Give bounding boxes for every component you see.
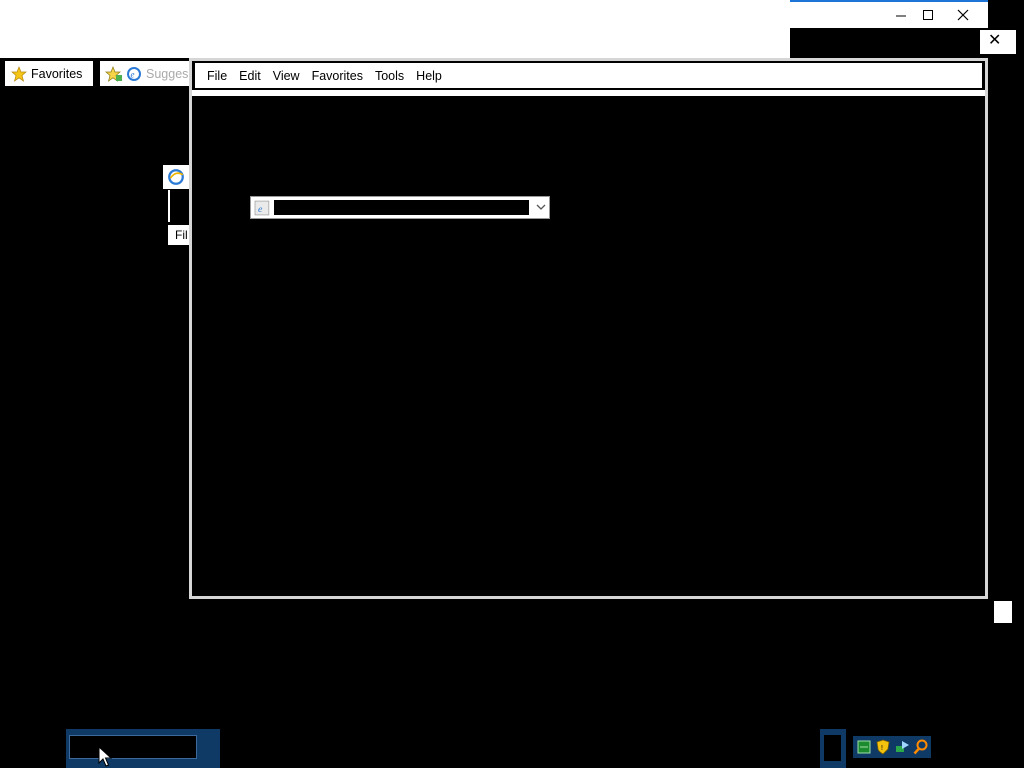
network-icon[interactable] xyxy=(894,739,910,755)
close-icon: ✕ xyxy=(988,32,1002,49)
taskbar-button-inner xyxy=(824,735,841,761)
system-tray: ! xyxy=(853,736,931,758)
ie-page-icon: e xyxy=(254,200,270,215)
svg-text:e: e xyxy=(131,69,135,79)
address-input[interactable] xyxy=(273,200,530,215)
add-favorite-icon xyxy=(105,65,122,82)
background-window-icon xyxy=(163,165,191,189)
taskbar-app-button[interactable] xyxy=(66,729,220,768)
menu-tools[interactable]: Tools xyxy=(371,69,412,83)
maximize-icon xyxy=(923,10,933,20)
svg-text:!: ! xyxy=(881,745,883,752)
tab-close-button[interactable]: ✕ xyxy=(980,30,1016,54)
main-browser-window: File Edit View Favorites Tools Help e xyxy=(189,58,988,599)
search-icon[interactable] xyxy=(913,739,929,755)
window-controls-bar xyxy=(790,0,988,28)
address-dropdown-button[interactable] xyxy=(533,199,549,217)
star-icon xyxy=(11,65,27,82)
menu-favorites[interactable]: Favorites xyxy=(308,69,371,83)
toolbar-strip xyxy=(192,90,985,96)
svg-text:e: e xyxy=(258,203,263,214)
chevron-down-icon xyxy=(536,204,546,210)
menu-file[interactable]: File xyxy=(203,69,235,83)
taskbar-app-thumbnail xyxy=(69,735,197,759)
suggested-sites-group[interactable]: e Sugges xyxy=(100,61,192,86)
ie-icon xyxy=(168,169,184,185)
scrollbar-fragment[interactable] xyxy=(994,601,1012,623)
menu-bar: File Edit View Favorites Tools Help xyxy=(195,63,982,88)
taskbar-show-hidden-button[interactable] xyxy=(820,729,846,768)
maximize-button[interactable] xyxy=(911,4,945,26)
background-window-edge xyxy=(168,190,170,222)
menu-help[interactable]: Help xyxy=(412,69,450,83)
security-shield-icon[interactable]: ! xyxy=(875,739,891,755)
suggested-sites-label: Sugges xyxy=(146,66,189,81)
address-combo[interactable]: e xyxy=(250,196,550,219)
menu-edit[interactable]: Edit xyxy=(235,69,269,83)
menu-view[interactable]: View xyxy=(269,69,308,83)
favorites-button[interactable]: Favorites xyxy=(5,61,93,86)
background-window-titlebar xyxy=(0,0,790,58)
close-icon xyxy=(957,9,969,21)
favorites-label: Favorites xyxy=(31,66,83,81)
minimize-icon xyxy=(896,15,906,17)
close-button[interactable] xyxy=(946,4,980,26)
ie-icon: e xyxy=(127,66,141,81)
mouse-cursor-icon xyxy=(98,746,112,767)
green-app-icon[interactable] xyxy=(856,739,872,755)
